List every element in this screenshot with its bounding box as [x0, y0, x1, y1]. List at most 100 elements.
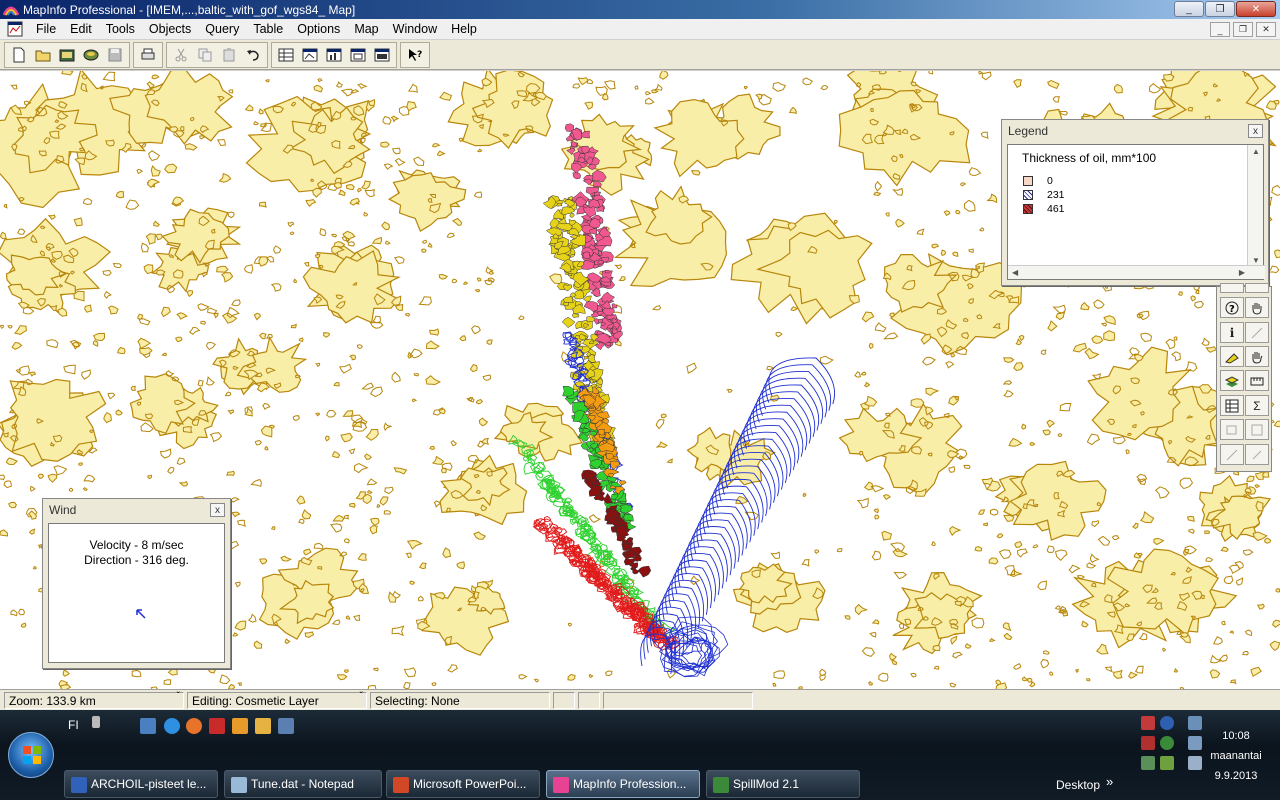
legend-vertical-scrollbar[interactable]: ▲ ▼: [1247, 145, 1263, 267]
menu-query[interactable]: Query: [198, 22, 246, 36]
tray-app-icon[interactable]: [1160, 756, 1174, 770]
mdi-minimize-button[interactable]: _: [1210, 22, 1230, 37]
new-icon[interactable]: [8, 44, 30, 66]
internet-explorer-icon[interactable]: [164, 718, 180, 734]
help-pointer-icon[interactable]: ?: [404, 44, 426, 66]
minimize-button[interactable]: _: [1174, 1, 1204, 17]
grabber-icon[interactable]: [1245, 297, 1269, 318]
new-grapher-icon[interactable]: [323, 44, 345, 66]
restore-button[interactable]: ❐: [1205, 1, 1235, 17]
islet: [925, 387, 940, 397]
status-zoom[interactable]: Zoom: 133.9 km ˇ: [4, 691, 184, 709]
undo-icon[interactable]: [242, 44, 264, 66]
close-button[interactable]: ✕: [1236, 1, 1276, 17]
print-icon[interactable]: [137, 44, 159, 66]
status-selecting[interactable]: Selecting: None: [370, 691, 550, 709]
legend-horizontal-scrollbar[interactable]: ◀ ▶: [1008, 265, 1265, 279]
copy-icon[interactable]: [194, 44, 216, 66]
label-icon[interactable]: [1220, 346, 1244, 367]
taskbar-item-powerpoint[interactable]: Microsoft PowerPoi...: [386, 770, 540, 798]
notepad-icon: [231, 777, 247, 793]
new-layout-icon[interactable]: [347, 44, 369, 66]
menu-tools[interactable]: Tools: [99, 22, 142, 36]
islet: [981, 71, 992, 81]
menu-objects[interactable]: Objects: [142, 22, 198, 36]
open-dbms-icon[interactable]: [80, 44, 102, 66]
menu-options[interactable]: Options: [290, 22, 347, 36]
scale-bar-icon[interactable]: [1245, 370, 1269, 391]
paste-icon[interactable]: [218, 44, 240, 66]
zoom-in-icon[interactable]: [1220, 283, 1244, 293]
tray-antivirus-icon[interactable]: [1141, 736, 1155, 750]
islet: [260, 425, 273, 438]
status-editing[interactable]: Editing: Cosmetic Layer ˇ: [187, 691, 367, 709]
open-icon[interactable]: [32, 44, 54, 66]
islet: [373, 667, 379, 672]
ruler-icon[interactable]: [1245, 322, 1269, 343]
taskbar-item-spillmod[interactable]: SpillMod 2.1: [706, 770, 860, 798]
map-document-icon[interactable]: [7, 21, 23, 37]
tray-sync-icon[interactable]: [1160, 736, 1174, 750]
menu-map[interactable]: Map: [347, 22, 385, 36]
quick-launch-icon[interactable]: [232, 718, 248, 734]
taskbar-item-mapinfo[interactable]: MapInfo Profession...: [546, 770, 700, 798]
tray-security-icon[interactable]: [1141, 716, 1155, 730]
powerpoint-quick-icon[interactable]: [209, 718, 225, 734]
quick-launch-icon[interactable]: [255, 718, 271, 734]
scroll-up-icon[interactable]: ▲: [1252, 147, 1260, 156]
start-button[interactable]: [8, 732, 54, 778]
islet: [333, 182, 342, 189]
save-icon[interactable]: [104, 44, 126, 66]
wind-window[interactable]: Wind x Velocity - 8 m/sec Direction - 31…: [42, 498, 231, 669]
islet: [644, 97, 655, 105]
new-mapper-icon[interactable]: [299, 44, 321, 66]
islet: [885, 412, 891, 417]
layer-control-icon[interactable]: [1220, 370, 1244, 391]
tray-update-icon[interactable]: [1160, 716, 1174, 730]
menu-file[interactable]: File: [29, 22, 63, 36]
menu-table[interactable]: Table: [246, 22, 290, 36]
desktop-toolbar-label[interactable]: Desktop: [1056, 778, 1100, 792]
mdi-close-button[interactable]: ✕: [1256, 22, 1276, 37]
mdi-restore-button[interactable]: ❐: [1233, 22, 1253, 37]
wind-close-button[interactable]: x: [210, 503, 225, 517]
menu-help[interactable]: Help: [444, 22, 484, 36]
language-bar-icon[interactable]: [92, 716, 100, 728]
taskbar-item-notepad[interactable]: Tune.dat - Notepad: [224, 770, 382, 798]
legend-close-button[interactable]: x: [1248, 124, 1263, 138]
islet: [481, 437, 489, 445]
islet: [860, 371, 867, 376]
info-icon[interactable]: i: [1220, 322, 1244, 343]
islet: [365, 429, 379, 441]
split-icon[interactable]: [1220, 444, 1244, 465]
desktop-chevron-icon[interactable]: »: [1106, 774, 1113, 789]
islet: [1209, 669, 1221, 679]
taskbar-item-archoil[interactable]: ARCHOIL-pisteet le...: [64, 770, 218, 798]
scroll-left-icon[interactable]: ◀: [1012, 268, 1018, 277]
scroll-right-icon[interactable]: ▶: [1239, 268, 1245, 277]
set-target-icon[interactable]: [1245, 419, 1269, 440]
zoom-out-icon[interactable]: [1245, 283, 1269, 293]
new-browser-icon[interactable]: [275, 44, 297, 66]
cut-icon[interactable]: [170, 44, 192, 66]
islet: [870, 107, 874, 113]
clip-region-icon[interactable]: [1220, 419, 1244, 440]
firefox-icon[interactable]: [186, 718, 202, 734]
menu-window[interactable]: Window: [386, 22, 444, 36]
scroll-down-icon[interactable]: ▼: [1252, 256, 1260, 265]
statistics-icon[interactable]: [1220, 395, 1244, 416]
menu-edit[interactable]: Edit: [63, 22, 99, 36]
sum-icon[interactable]: Σ: [1245, 395, 1269, 416]
redistrict-icon[interactable]: [371, 44, 393, 66]
drag-map-icon[interactable]: [1245, 346, 1269, 367]
tray-flag-icon[interactable]: [1141, 756, 1155, 770]
change-view-icon[interactable]: ?: [1220, 297, 1244, 318]
show-desktop-icon[interactable]: [140, 718, 156, 734]
language-indicator[interactable]: FI: [68, 718, 79, 732]
quick-launch-icon[interactable]: [278, 718, 294, 734]
erase-icon[interactable]: [1245, 444, 1269, 465]
system-clock[interactable]: 10:08 maanantai 9.9.2013: [1196, 726, 1276, 786]
open-workspace-icon[interactable]: [56, 44, 78, 66]
legend-window[interactable]: Legend x Thickness of oil, mm*100 0 231 …: [1001, 119, 1269, 286]
islet: [296, 495, 306, 505]
